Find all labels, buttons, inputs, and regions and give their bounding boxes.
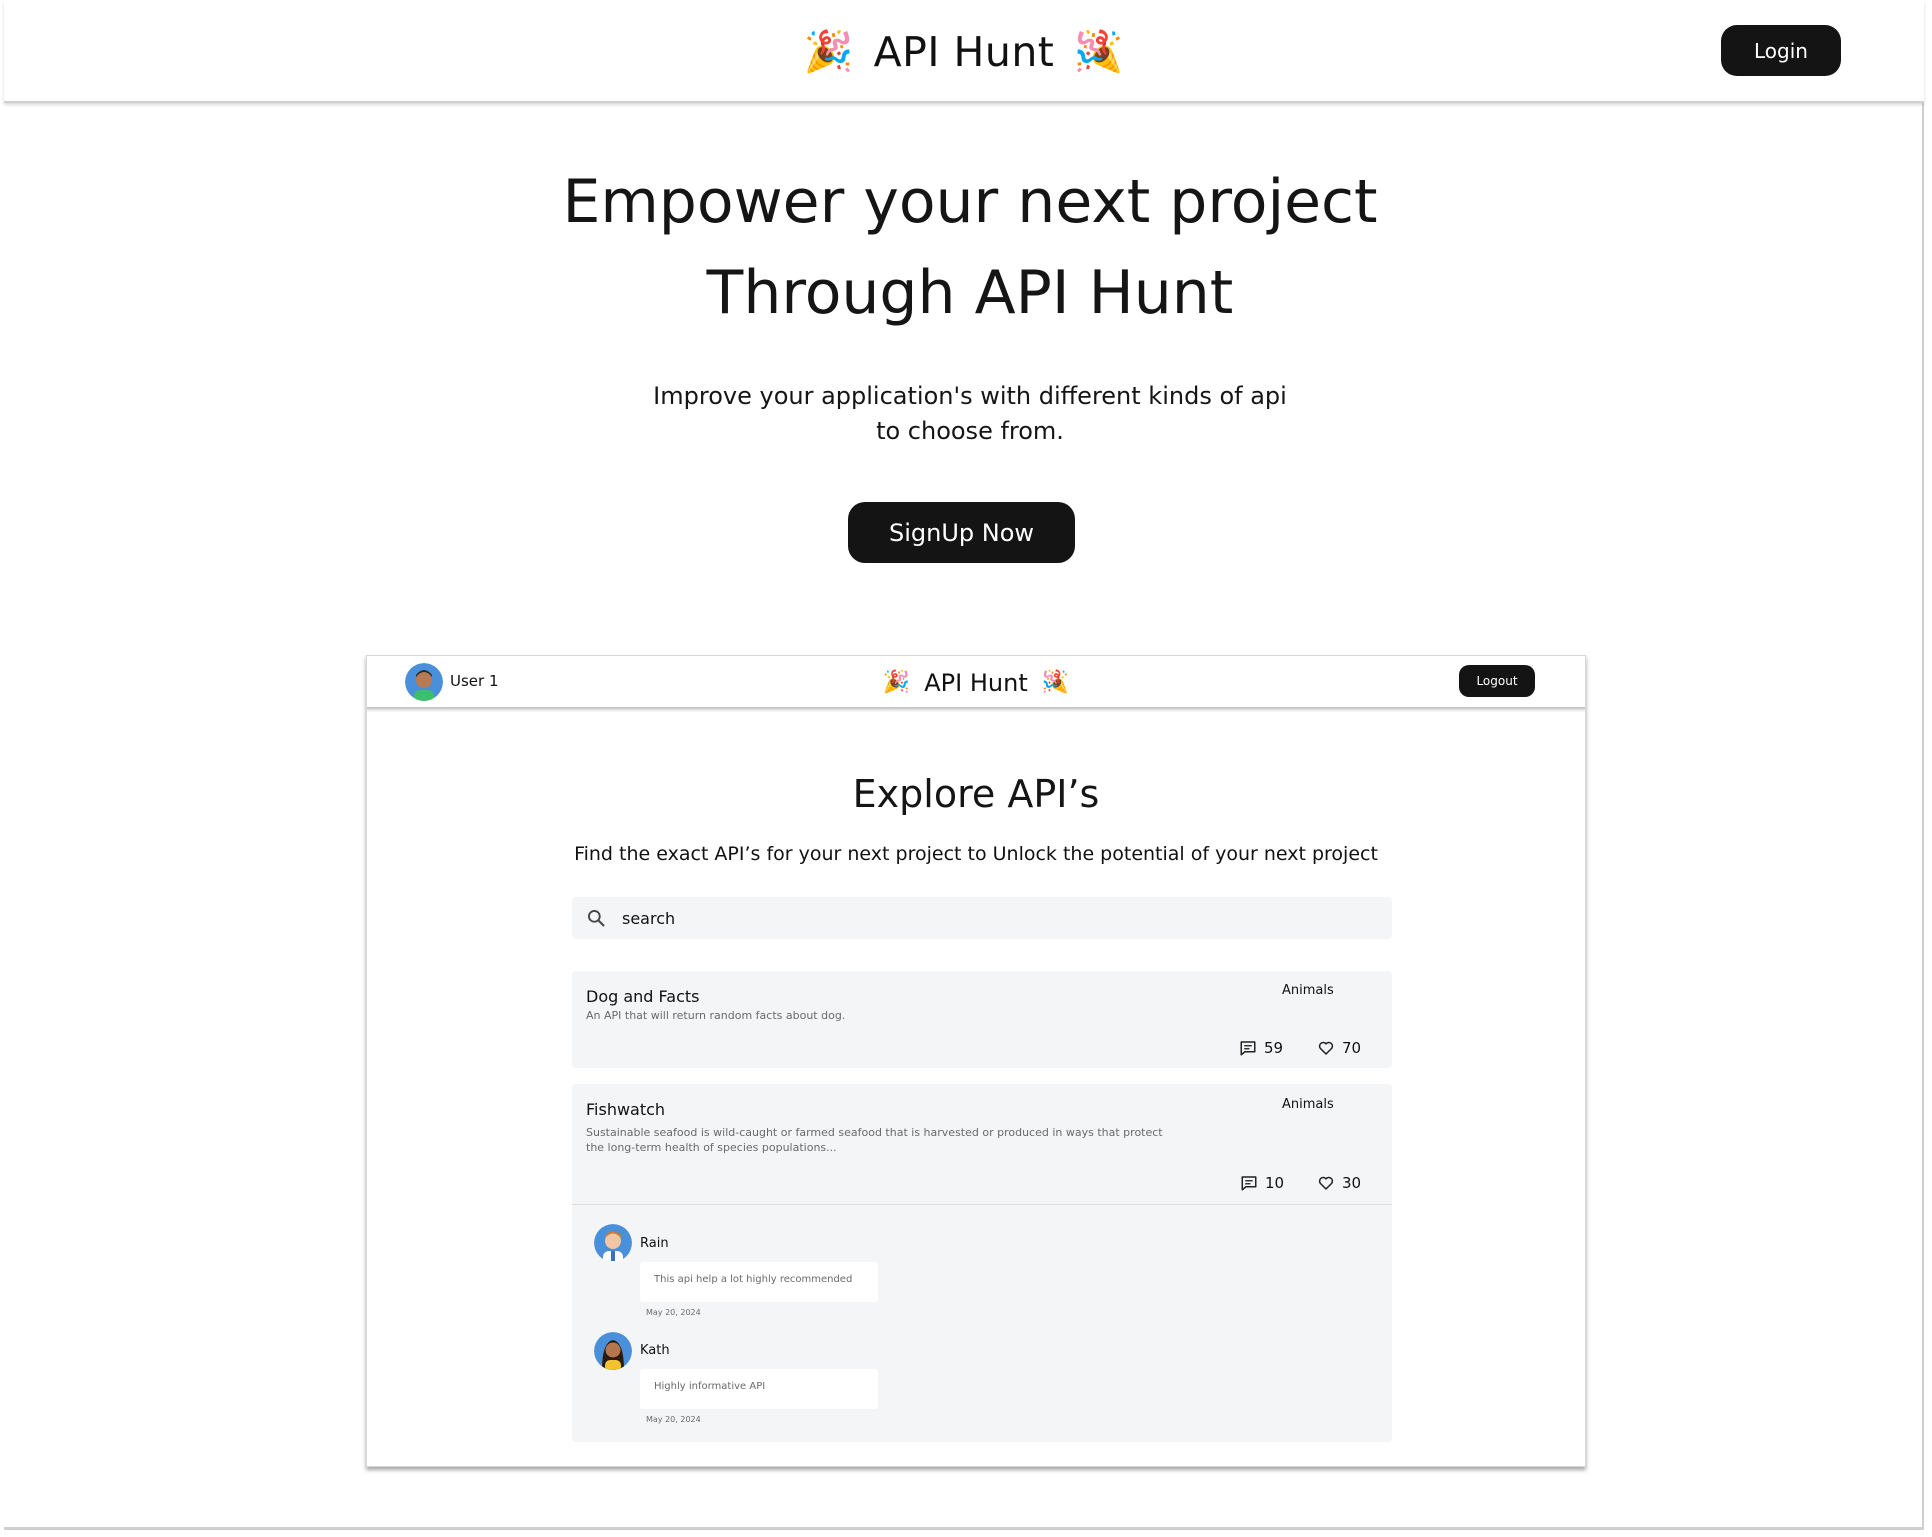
hero-title-line2: Through API Hunt <box>706 258 1234 328</box>
comment-text: Highly informative API <box>640 1369 878 1409</box>
party-popper-icon: 🎉 <box>803 29 854 75</box>
api-description: Sustainable seafood is wild-caught or fa… <box>586 1126 1163 1154</box>
comment-icon <box>1240 1041 1256 1056</box>
comment-count-value: 10 <box>1265 1174 1285 1192</box>
preview-header: User 1 🎉 API Hunt 🎉 Logout <box>367 656 1585 709</box>
hero-subtitle-line2: to choose from. <box>876 417 1064 445</box>
login-button[interactable]: Login <box>1721 25 1841 76</box>
preview-brand: 🎉 API Hunt 🎉 <box>367 667 1585 699</box>
api-name[interactable]: Fishwatch <box>586 1100 665 1119</box>
commenter-avatar <box>594 1332 632 1370</box>
explore-title: Explore API’s <box>852 772 1100 816</box>
like-count[interactable]: 70 <box>1317 1039 1361 1057</box>
search-bar[interactable] <box>572 897 1392 939</box>
api-category: Animals <box>1282 983 1334 998</box>
like-count-value: 30 <box>1342 1174 1362 1192</box>
search-input[interactable] <box>622 905 1322 931</box>
api-category: Animals <box>1282 1097 1334 1112</box>
comment-icon <box>1241 1176 1257 1191</box>
comment-count-value: 59 <box>1264 1039 1284 1057</box>
comment-date: May 20, 2024 <box>646 1415 701 1424</box>
api-card[interactable]: Dog and Facts An API that will return ra… <box>572 971 1392 1068</box>
commenter-name: Kath <box>640 1343 670 1358</box>
explore-description: Find the exact API’s for your next proje… <box>574 843 1378 865</box>
heart-icon <box>1318 1041 1334 1055</box>
top-header: 🎉 API Hunt 🎉 Login <box>4 0 1924 103</box>
like-count-value: 70 <box>1342 1039 1362 1057</box>
like-count[interactable]: 30 <box>1317 1174 1361 1192</box>
commenter-avatar <box>594 1224 632 1262</box>
hero-subtitle-line1: Improve your application's with differen… <box>653 382 1287 410</box>
party-popper-icon: 🎉 <box>1074 29 1125 75</box>
party-popper-icon: 🎉 <box>1041 670 1070 695</box>
comment-count[interactable]: 59 <box>1239 1039 1283 1057</box>
app-preview: User 1 🎉 API Hunt 🎉 Logout Explore API’s… <box>366 655 1586 1467</box>
signup-button[interactable]: SignUp Now <box>848 502 1075 563</box>
commenter-name: Rain <box>640 1236 669 1251</box>
hero-title-line1: Empower your next project <box>562 167 1378 237</box>
logout-button[interactable]: Logout <box>1459 665 1535 697</box>
page: 🎉 API Hunt 🎉 Login Empower your next pro… <box>4 0 1924 1530</box>
preview-app-title: API Hunt <box>924 669 1028 697</box>
heart-icon <box>1318 1176 1334 1190</box>
search-icon <box>588 910 605 927</box>
comment-count[interactable]: 10 <box>1240 1174 1284 1192</box>
divider <box>572 1204 1392 1205</box>
api-description: An API that will return random facts abo… <box>586 1009 846 1022</box>
party-popper-icon: 🎉 <box>882 670 911 695</box>
api-card[interactable]: Fishwatch Sustainable seafood is wild-ca… <box>572 1084 1392 1442</box>
brand: 🎉 API Hunt 🎉 <box>4 26 1924 78</box>
comment-date: May 20, 2024 <box>646 1308 701 1317</box>
app-title: API Hunt <box>873 28 1055 76</box>
comment-text: This api help a lot highly recommended <box>640 1262 878 1302</box>
api-name[interactable]: Dog and Facts <box>586 987 699 1006</box>
